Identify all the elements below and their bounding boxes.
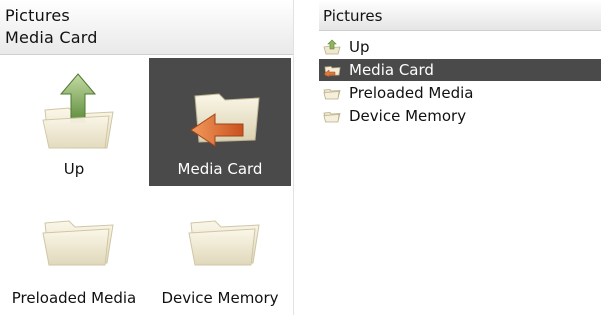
tile-label: Up [63,160,85,178]
header-title: Pictures [5,6,70,25]
header-subtitle: Media Card [5,28,98,47]
folder-icon [323,89,341,100]
tile-preloaded-media[interactable]: Preloaded Media [3,187,145,315]
tile-device-memory[interactable]: Device Memory [149,187,291,315]
list-item-label: Media Card [349,61,434,79]
list-item-device-memory[interactable]: Device Memory [319,105,601,127]
grid-view-screen: Pictures Media Card Up Media Card Preloa… [0,0,294,315]
folder-icon [42,220,114,266]
tile-label: Device Memory [161,289,279,307]
list-item-label: Up [349,38,370,56]
list-view-screen: Pictures Up Media Card Preloaded Media D… [319,0,601,315]
folder-up-icon [42,73,114,149]
media-card-folder-icon [323,66,341,78]
tile-label: Preloaded Media [11,289,137,307]
list-header: Pictures [319,0,601,31]
list-item-label: Preloaded Media [349,84,474,102]
folder-icon [323,112,341,123]
up-arrow-folder-icon [323,39,341,55]
header-title: Pictures [323,7,383,25]
list-item-label: Device Memory [349,107,467,125]
list-item-preloaded-media[interactable]: Preloaded Media [319,82,601,104]
folder-icon [188,220,260,266]
tile-label: Media Card [177,160,263,178]
list-item-media-card[interactable]: Media Card [319,59,601,81]
grid-header: Pictures Media Card [0,0,293,55]
tile-up[interactable]: Up [3,58,145,186]
folder-back-icon [190,93,260,147]
tile-media-card[interactable]: Media Card [149,58,291,186]
list-item-up[interactable]: Up [319,36,601,58]
